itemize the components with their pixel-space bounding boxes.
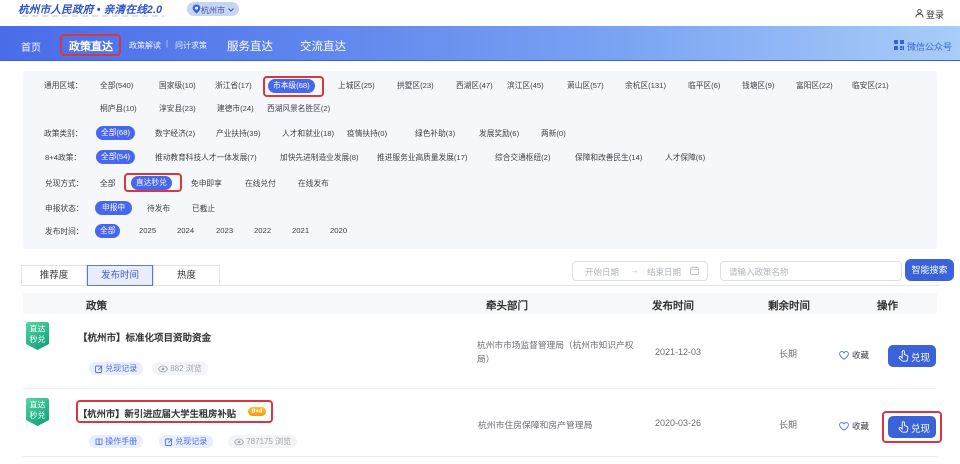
svg-text:秒兑: 秒兑 bbox=[30, 410, 46, 420]
svg-text:直达: 直达 bbox=[30, 324, 46, 334]
svg-text:直达: 直达 bbox=[30, 400, 46, 410]
svg-text:秒兑: 秒兑 bbox=[30, 334, 46, 344]
